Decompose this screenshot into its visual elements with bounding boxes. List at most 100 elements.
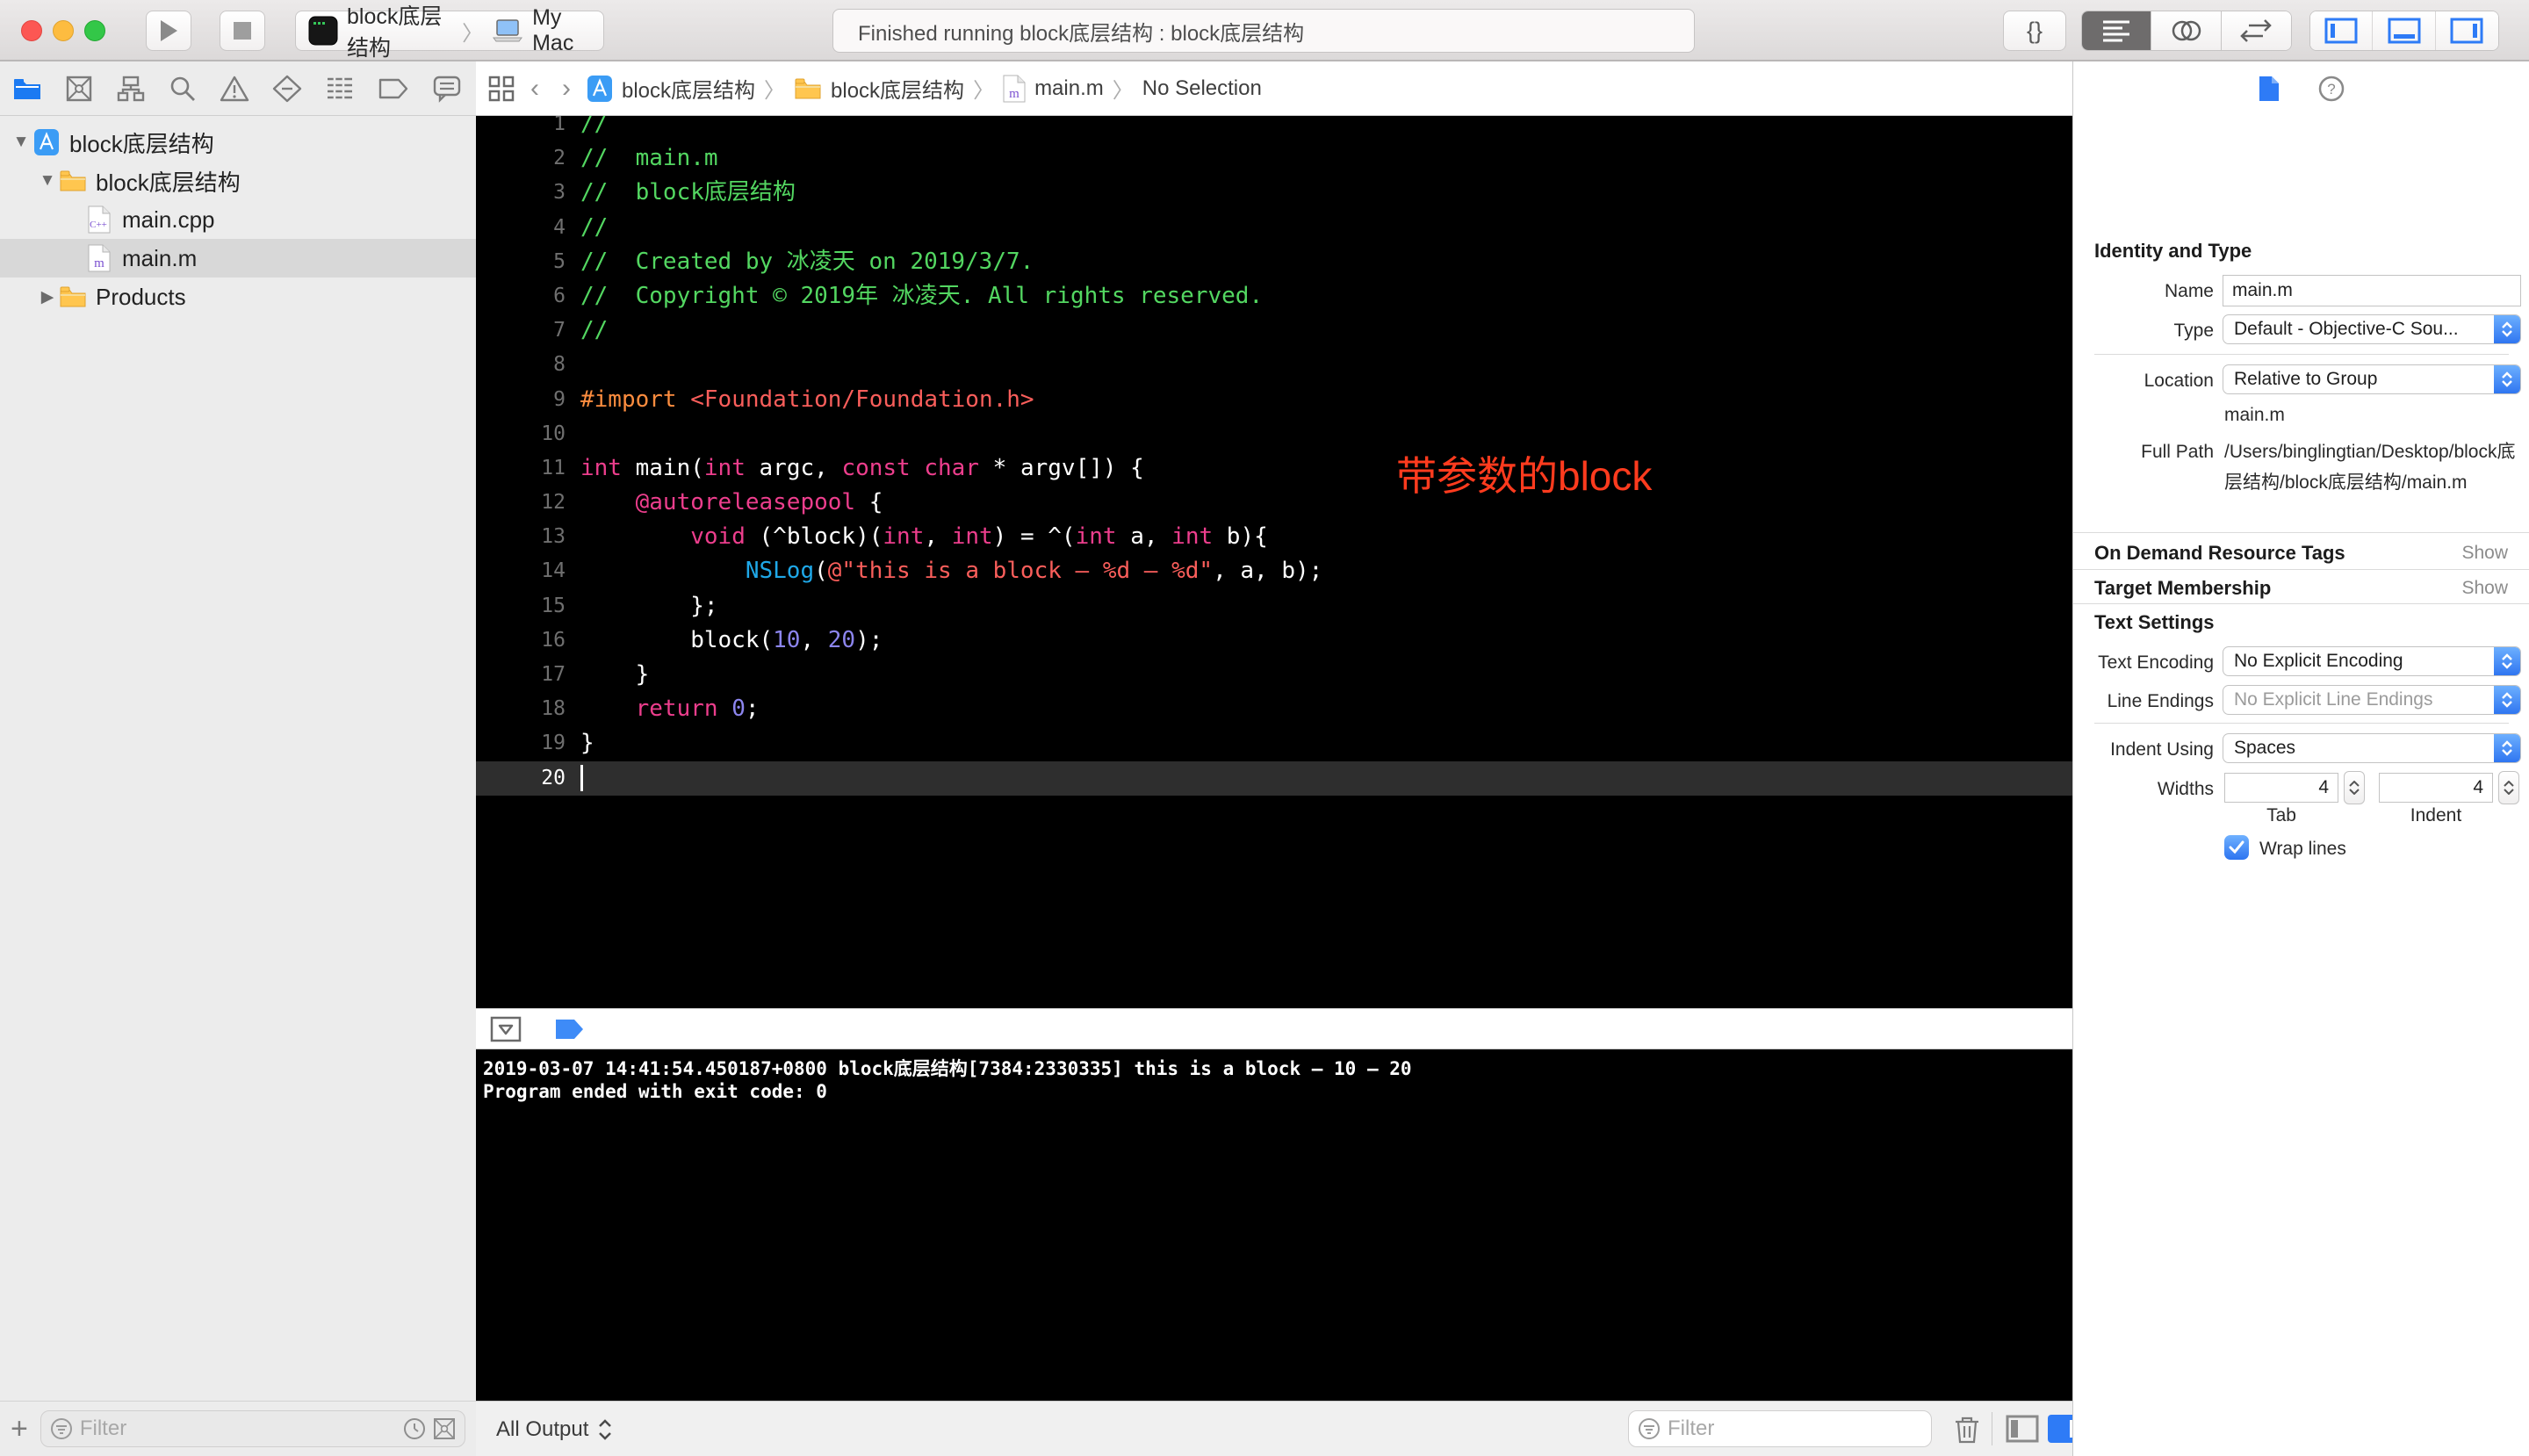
disclosure-triangle-icon[interactable]: ▼ — [37, 171, 58, 191]
indent-using-dropdown[interactable]: Spaces — [2223, 733, 2521, 763]
toggle-variables-view-icon[interactable] — [2006, 1415, 2039, 1443]
code-line-5[interactable]: 5 // Created by 冰凌天 on 2019/3/7. — [476, 245, 2072, 279]
tab-width-field[interactable]: 4 — [2224, 773, 2338, 803]
wrap-lines-checkbox[interactable] — [2224, 835, 2249, 860]
run-button[interactable] — [146, 11, 191, 51]
breakpoint-navigator-icon[interactable] — [378, 77, 409, 100]
breakpoints-toggle-icon[interactable] — [553, 1018, 587, 1041]
code-line-3[interactable]: 3 // block底层结构 — [476, 176, 2072, 210]
code-line-11[interactable]: 11 int main(int argc, const char * argv[]… — [476, 451, 2072, 486]
recent-files-clock-icon[interactable] — [403, 1417, 426, 1440]
source-control-icon[interactable] — [65, 75, 93, 103]
line-endings-dropdown[interactable]: No Explicit Line Endings — [2223, 685, 2521, 715]
related-items-icon[interactable] — [488, 76, 515, 102]
breadcrumb-item[interactable]: block底层结构 — [622, 73, 755, 104]
assistant-editor-button[interactable] — [2151, 11, 2222, 50]
console-filter-input[interactable] — [1668, 1416, 1922, 1441]
standard-editor-button[interactable] — [2082, 11, 2152, 50]
scheme-selector[interactable]: block底层结构 〉 My Mac — [295, 4, 604, 61]
breadcrumb-item[interactable]: No Selection — [1142, 76, 1262, 101]
sidebar-item-label: Products — [96, 283, 186, 310]
code-line-17[interactable]: 17 } — [476, 658, 2072, 692]
code-text: void (^block)(int, int) = ^(int a, int b… — [690, 523, 1268, 551]
line-number: 16 — [541, 628, 566, 652]
navigator-filter-input[interactable] — [79, 1416, 396, 1441]
code-line-18[interactable]: 18 return 0; — [476, 692, 2072, 726]
forward-button[interactable]: › — [555, 74, 578, 104]
breadcrumb-separator: 〉 — [973, 79, 995, 103]
source-control-status-icon[interactable] — [433, 1417, 456, 1440]
toggle-debug-area-button[interactable] — [2373, 11, 2436, 50]
code-line-9[interactable]: 9 #import <Foundation/Foundation.h> — [476, 383, 2072, 417]
divider — [2073, 603, 2529, 604]
debug-navigator-icon[interactable] — [325, 76, 355, 102]
sidebar-item-Products[interactable]: ▶ Products — [0, 278, 476, 316]
code-line-14[interactable]: 14 NSLog(@"this is a block – %d – %d", a… — [476, 554, 2072, 588]
indent-using-label: Indent Using — [2110, 739, 2214, 760]
code-line-12[interactable]: 12 @autoreleasepool { — [476, 486, 2072, 520]
close-window-button[interactable] — [21, 20, 42, 41]
add-item-button[interactable]: + — [11, 1412, 28, 1446]
code-line-8[interactable]: 8 — [476, 348, 2072, 382]
code-text: // Copyright © 2019年 冰凌天. All rights res… — [580, 282, 1264, 309]
tab-width-stepper[interactable] — [2344, 771, 2365, 804]
disclosure-triangle-icon[interactable]: ▶ — [37, 287, 58, 307]
version-editor-button[interactable] — [2221, 11, 2291, 50]
zoom-window-button[interactable] — [84, 20, 105, 41]
target-membership-show-button[interactable]: Show — [2461, 578, 2508, 599]
sidebar-item-block-[interactable]: ▼ block底层结构 — [0, 162, 476, 200]
code-line-20[interactable]: 20 — [476, 760, 2072, 796]
source-editor[interactable]: 1 // 2 // main.m 3 // block底层结构 4 // 5 // Created… — [476, 116, 2072, 1008]
stop-button[interactable] — [220, 11, 265, 51]
code-line-2[interactable]: 2 // main.m — [476, 141, 2072, 176]
file-tree: ▼ block底层结构 ▼ block底层结构 C++ main.cpp m main.m ▶ P… — [0, 116, 476, 316]
minimize-window-button[interactable] — [53, 20, 74, 41]
navigator-filter-bar: + — [0, 1401, 476, 1456]
code-line-10[interactable]: 10 — [476, 417, 2072, 451]
disclosure-triangle-icon[interactable]: ▼ — [11, 133, 32, 152]
debug-console-output[interactable]: 2019-03-07 14:41:54.450187+0800 block底层结… — [476, 1049, 2072, 1401]
code-line-16[interactable]: 16 block(10, 20); — [476, 623, 2072, 658]
line-number: 1 — [553, 116, 566, 135]
code-line-19[interactable]: 19} — [476, 726, 2072, 760]
code-line-13[interactable]: 13 void (^block)(int, int) = ^(int a, in… — [476, 520, 2072, 554]
breadcrumb-item[interactable]: block底层结构 — [831, 73, 964, 104]
line-number: 7 — [553, 319, 566, 342]
navigator-filter-field[interactable] — [40, 1410, 465, 1447]
back-button[interactable]: ‹ — [523, 74, 546, 104]
indent-width-field[interactable]: 4 — [2379, 773, 2493, 803]
hide-debug-area-icon[interactable] — [490, 1016, 522, 1042]
line-number: 20 — [541, 766, 566, 789]
report-navigator-icon[interactable] — [432, 75, 462, 103]
sidebar-item-main-cpp[interactable]: C++ main.cpp — [0, 200, 476, 239]
console-filter-field[interactable] — [1628, 1410, 1932, 1447]
code-line-4[interactable]: 4 // — [476, 211, 2072, 245]
clear-console-trash-icon[interactable] — [1954, 1415, 1980, 1445]
code-line-1[interactable]: 1 // — [476, 116, 2072, 141]
on-demand-show-button[interactable]: Show — [2461, 543, 2508, 564]
debug-panel-icon — [2388, 18, 2421, 44]
indent-width-stepper[interactable] — [2498, 771, 2519, 804]
project-navigator-icon[interactable] — [12, 76, 42, 102]
location-dropdown[interactable]: Relative to Group — [2223, 364, 2521, 394]
toggle-inspector-button[interactable] — [2435, 11, 2498, 50]
sidebar-item-block-[interactable]: ▼ block底层结构 — [0, 123, 476, 162]
file-inspector-icon[interactable] — [2258, 75, 2280, 103]
toggle-navigator-button[interactable] — [2310, 11, 2374, 50]
sidebar-item-main-m[interactable]: m main.m — [0, 239, 476, 278]
library-button[interactable]: {} — [2003, 11, 2066, 51]
code-line-15[interactable]: 15 }; — [476, 589, 2072, 623]
test-navigator-icon[interactable] — [272, 75, 302, 103]
issue-navigator-icon[interactable] — [220, 75, 249, 103]
type-dropdown[interactable]: Default - Objective-C Sou... — [2223, 314, 2521, 344]
code-line-7[interactable]: 7 // — [476, 314, 2072, 348]
line-number: 19 — [541, 732, 566, 755]
console-scope-dropdown[interactable]: All Output — [496, 1402, 613, 1456]
breadcrumb-item[interactable]: main.m — [1034, 76, 1104, 101]
code-line-6[interactable]: 6 // Copyright © 2019年 冰凌天. All rights re… — [476, 279, 2072, 314]
text-encoding-dropdown[interactable]: No Explicit Encoding — [2223, 646, 2521, 676]
name-field[interactable]: main.m — [2223, 275, 2521, 306]
quick-help-icon[interactable]: ? — [2317, 75, 2345, 103]
find-navigator-icon[interactable] — [169, 75, 197, 103]
symbol-navigator-icon[interactable] — [116, 75, 146, 103]
